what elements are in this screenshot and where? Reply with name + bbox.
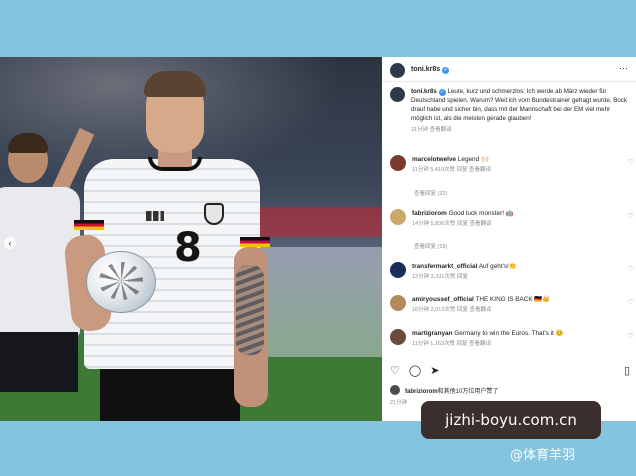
comment-avatar[interactable] — [390, 209, 406, 225]
share-icon[interactable]: ➤ — [430, 365, 439, 377]
divider — [382, 81, 636, 82]
screenshot-frame: 8 ‹ toni.kr8s ✓ ··· toni.kr8s ✓ Leute, kur… — [0, 57, 636, 421]
heart-icon[interactable]: ♡ — [628, 158, 634, 166]
caption-avatar[interactable] — [390, 87, 405, 102]
comment-text: Legend 🙌🏻 — [457, 156, 489, 163]
comment-avatar[interactable] — [390, 329, 406, 345]
comment-item: marcelotwelve Legend 🙌🏻 11分钟 5,410次赞 回复 … — [390, 155, 634, 173]
comment-avatar[interactable] — [390, 295, 406, 311]
view-replies[interactable]: 查看回复 (19) — [414, 242, 447, 250]
comment-meta[interactable]: 16分钟 2,013次赞 回复 查看翻译 — [412, 305, 624, 313]
comment-username[interactable]: martigranyan — [412, 330, 453, 337]
post-actions: ♡ ◯ ➤ ▯ — [390, 364, 630, 378]
heart-icon[interactable]: ♡ — [628, 298, 634, 306]
comment-item: transfermarkt_official Auf geht's!👏 12分钟… — [390, 262, 634, 280]
post-header: toni.kr8s ✓ — [390, 62, 450, 78]
comment-avatar[interactable] — [390, 155, 406, 171]
comment-icon[interactable]: ◯ — [409, 365, 421, 377]
like-icon[interactable]: ♡ — [390, 365, 400, 377]
football — [86, 251, 156, 313]
comment-meta[interactable]: 11分钟 5,410次赞 回复 查看翻译 — [412, 165, 624, 173]
comment-text: Germany to win the Euros. That's it 😊 — [454, 330, 564, 337]
comment-username[interactable]: amiryoussef_official — [412, 296, 474, 303]
comment-meta[interactable]: 14分钟 5,836次赞 回复 查看翻译 — [412, 219, 624, 227]
post-caption: toni.kr8s ✓ Leute, kurz und schmerzlos: I… — [390, 87, 630, 133]
verified-icon: ✓ — [438, 89, 446, 96]
comment-text: THE KING IS BACK 🇩🇪👑 — [475, 296, 551, 303]
post-time: 21分钟 — [390, 400, 408, 406]
avatar[interactable] — [390, 62, 405, 78]
caption-meta: 21分钟 查看翻译 — [411, 127, 452, 133]
more-options-icon[interactable]: ··· — [619, 63, 628, 73]
verified-icon: ✓ — [442, 67, 450, 74]
heart-icon[interactable]: ♡ — [628, 332, 634, 340]
main-player: 8 — [60, 65, 290, 421]
likes-username[interactable]: fabriziorom — [405, 389, 438, 395]
brand-logo — [146, 211, 164, 221]
post-photo[interactable]: 8 ‹ — [0, 57, 382, 421]
url-overlay: jizhi-boyu.com.cn — [421, 401, 601, 439]
avatar[interactable] — [390, 385, 400, 395]
comment-username[interactable]: marcelotwelve — [412, 156, 456, 163]
bookmark-icon[interactable]: ▯ — [624, 364, 630, 377]
comment-item: fabriziorom Good luck monster! 🤖 14分钟 5,… — [390, 209, 634, 227]
comment-meta[interactable]: 11分钟 1,163次赞 回复 查看翻译 — [412, 339, 624, 347]
likes-summary: fabriziorom和其他10万位用户赞了 — [390, 385, 498, 395]
team-crest — [204, 203, 224, 225]
comment-item: martigranyan Germany to win the Euros. T… — [390, 329, 634, 347]
post-username[interactable]: toni.kr8s ✓ — [411, 66, 450, 74]
jersey-number: 8 — [174, 225, 202, 271]
arm-tattoo — [236, 265, 264, 355]
caption-username[interactable]: toni.kr8s — [411, 88, 437, 95]
heart-icon[interactable]: ♡ — [628, 265, 634, 273]
heart-icon[interactable]: ♡ — [628, 212, 634, 220]
comment-text: Auf geht's!👏 — [478, 263, 517, 270]
comment-username[interactable]: fabriziorom — [412, 210, 447, 217]
comments-panel: toni.kr8s ✓ ··· toni.kr8s ✓ Leute, kurz un… — [382, 57, 636, 421]
comment-username[interactable]: transfermarkt_official — [412, 263, 477, 270]
carousel-prev-icon[interactable]: ‹ — [4, 237, 16, 249]
likes-text[interactable]: 和其他10万位用户赞了 — [438, 389, 499, 395]
comment-meta[interactable]: 12分钟 3,331次赞 回复 — [412, 272, 624, 280]
comment-text: Good luck monster! 🤖 — [448, 210, 514, 217]
watermark: @体育羊羽 — [510, 448, 576, 463]
comment-avatar[interactable] — [390, 262, 406, 278]
comment-item: amiryoussef_official THE KING IS BACK 🇩🇪… — [390, 295, 634, 313]
view-replies[interactable]: 查看回复 (32) — [414, 189, 447, 197]
